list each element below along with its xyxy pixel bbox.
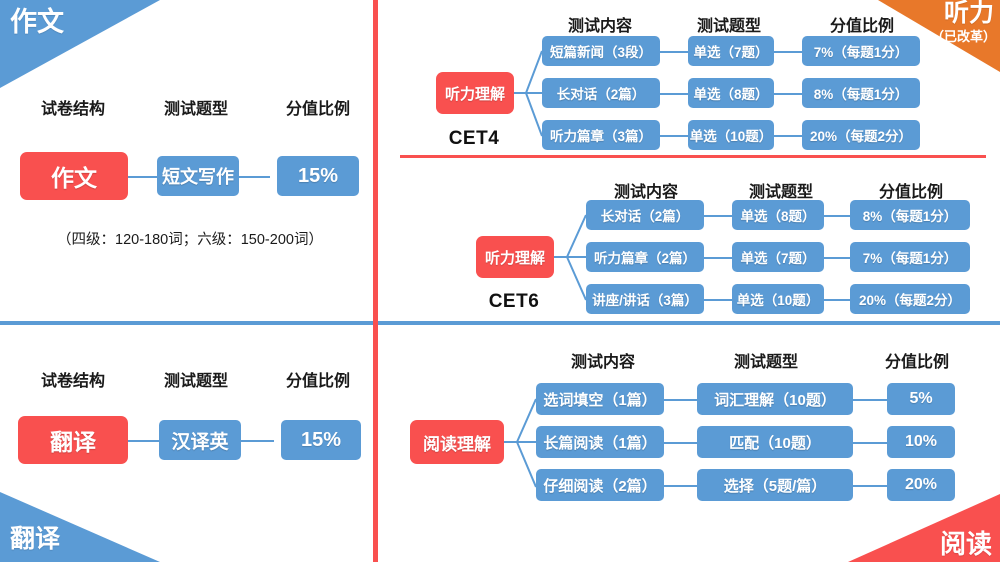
writing-ratio-node[interactable]: 15%: [277, 156, 359, 196]
reading-row-2-content[interactable]: 仔细阅读（2篇）: [536, 469, 664, 501]
writing-header-structure: 试卷结构: [40, 101, 106, 118]
cet6-row-0-type[interactable]: 单选（8题）: [732, 200, 824, 230]
cet4-header-score-ratio: 分值比例: [829, 18, 895, 35]
cet6-connector-row-1-a: [704, 257, 732, 259]
corner-badge-reading: 阅读: [848, 494, 1000, 562]
reading-connector-row-1-a: [664, 442, 697, 444]
translation-type-node[interactable]: 汉译英: [159, 420, 241, 460]
reading-row-0-type[interactable]: 词汇理解（10题）: [697, 383, 853, 415]
reading-connector-row-2-a: [664, 485, 697, 487]
divider-horizontal-blue-left: [0, 321, 373, 325]
reading-header-content: 测试内容: [570, 354, 636, 371]
cet6-header-score-ratio: 分值比例: [878, 184, 944, 201]
corner-badge-writing: 作文: [0, 0, 160, 88]
corner-badge-translation-label: 翻译: [10, 525, 61, 553]
corner-badge-translation: 翻译: [0, 492, 160, 562]
cet4-header-question-type: 测试题型: [696, 18, 762, 35]
writing-word-count-note: （四级：120-180词；六级：150-200词）: [57, 232, 323, 248]
translation-connector-1: [126, 440, 160, 442]
translation-root-node[interactable]: 翻译: [18, 416, 128, 464]
cet6-header-content: 测试内容: [613, 184, 679, 201]
cet6-row-0-content[interactable]: 长对话（2篇）: [586, 200, 704, 230]
writing-connector-2: [237, 176, 270, 178]
cet4-row-2-content[interactable]: 听力篇章（3篇）: [542, 120, 660, 150]
divider-horizontal-red-right: [400, 155, 986, 158]
cet6-connector-row-2-b: [824, 299, 850, 301]
cet6-branch-connectors: [554, 205, 586, 310]
cet4-connector-row-1-a: [660, 93, 688, 95]
cet6-row-0-ratio[interactable]: 8%（每题1分）: [850, 200, 970, 230]
corner-badge-writing-label: 作文: [10, 7, 64, 37]
reading-row-1-ratio[interactable]: 10%: [887, 426, 955, 458]
divider-horizontal-blue-right: [378, 321, 1000, 325]
cet4-branch-connectors: [514, 41, 542, 146]
cet6-connector-row-0-a: [704, 215, 732, 217]
cet6-row-2-content[interactable]: 讲座/讲话（3篇）: [586, 284, 704, 314]
reading-root-node[interactable]: 阅读理解: [410, 420, 504, 464]
cet4-connector-row-1-b: [774, 93, 802, 95]
cet4-row-0-ratio[interactable]: 7%（每题1分）: [802, 36, 920, 66]
translation-connector-2: [240, 440, 274, 442]
writing-header-question-type: 测试题型: [163, 101, 229, 118]
cet4-exam-label: CET4: [448, 128, 500, 149]
reading-connector-row-1-b: [853, 442, 887, 444]
cet4-connector-row-2-b: [774, 135, 802, 137]
cet6-row-1-content[interactable]: 听力篇章（2篇）: [586, 242, 704, 272]
reading-header-score-ratio: 分值比例: [884, 354, 950, 371]
corner-badge-reading-label: 阅读: [939, 528, 992, 559]
translation-ratio-node[interactable]: 15%: [281, 420, 361, 460]
writing-header-score-ratio: 分值比例: [285, 101, 351, 118]
cet4-row-1-content[interactable]: 长对话（2篇）: [542, 78, 660, 108]
translation-header-structure: 试卷结构: [40, 373, 106, 390]
reading-connector-row-0-a: [664, 399, 697, 401]
writing-root-node[interactable]: 作文: [20, 152, 128, 200]
cet4-root-node[interactable]: 听力理解: [436, 72, 514, 114]
reading-connector-row-0-b: [853, 399, 887, 401]
cet4-connector-row-0-a: [660, 51, 688, 53]
reading-row-1-content[interactable]: 长篇阅读（1篇）: [536, 426, 664, 458]
cet4-header-content: 测试内容: [567, 18, 633, 35]
writing-type-node[interactable]: 短文写作: [157, 156, 239, 196]
cet6-row-2-type[interactable]: 单选（10题）: [732, 284, 824, 314]
divider-vertical-red: [373, 0, 378, 562]
cet6-exam-label: CET6: [488, 291, 540, 312]
cet4-connector-row-0-b: [774, 51, 802, 53]
cet6-root-node[interactable]: 听力理解: [476, 236, 554, 278]
cet4-row-1-ratio[interactable]: 8%（每题1分）: [802, 78, 920, 108]
reading-branch-connectors: [504, 385, 536, 503]
corner-badge-listening-sublabel: （已改革）: [930, 29, 996, 44]
reading-connector-row-2-b: [853, 485, 887, 487]
cet4-row-2-type[interactable]: 单选（10题）: [688, 120, 774, 150]
cet6-connector-row-0-b: [824, 215, 850, 217]
cet6-row-1-type[interactable]: 单选（7题）: [732, 242, 824, 272]
cet6-row-1-ratio[interactable]: 7%（每题1分）: [850, 242, 970, 272]
translation-header-question-type: 测试题型: [163, 373, 229, 390]
reading-header-question-type: 测试题型: [733, 354, 799, 371]
reading-row-0-ratio[interactable]: 5%: [887, 383, 955, 415]
translation-header-score-ratio: 分值比例: [285, 373, 351, 390]
cet6-row-2-ratio[interactable]: 20%（每题2分）: [850, 284, 970, 314]
infographic-canvas: 作文 翻译 听力 （已改革） 阅读 试卷结构 测试题型 分值比例 作文 短文写作…: [0, 0, 1000, 562]
writing-connector-1: [126, 176, 158, 178]
cet4-row-2-ratio[interactable]: 20%（每题2分）: [802, 120, 920, 150]
corner-badge-listening-label: 听力: [943, 0, 994, 27]
reading-row-2-ratio[interactable]: 20%: [887, 469, 955, 501]
cet4-row-1-type[interactable]: 单选（8题）: [688, 78, 774, 108]
reading-row-0-content[interactable]: 选词填空（1篇）: [536, 383, 664, 415]
cet6-header-question-type: 测试题型: [748, 184, 814, 201]
cet6-connector-row-1-b: [824, 257, 850, 259]
cet4-row-0-type[interactable]: 单选（7题）: [688, 36, 774, 66]
cet4-connector-row-2-a: [660, 135, 688, 137]
reading-row-1-type[interactable]: 匹配（10题）: [697, 426, 853, 458]
cet4-row-0-content[interactable]: 短篇新闻（3段）: [542, 36, 660, 66]
cet6-connector-row-2-a: [704, 299, 732, 301]
reading-row-2-type[interactable]: 选择（5题/篇）: [697, 469, 853, 501]
